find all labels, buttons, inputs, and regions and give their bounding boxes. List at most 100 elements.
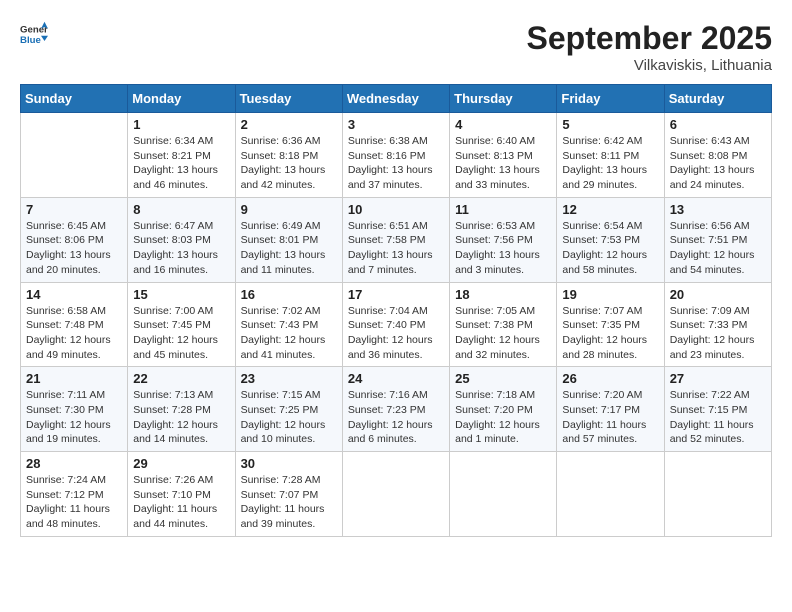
day-of-week-header: Tuesday (235, 85, 342, 113)
day-number: 14 (26, 287, 122, 302)
calendar-cell: 28 Sunrise: 7:24 AM Sunset: 7:12 PM Dayli… (21, 452, 128, 537)
calendar-cell: 5 Sunrise: 6:42 AM Sunset: 8:11 PM Daylig… (557, 113, 664, 198)
calendar-cell: 16 Sunrise: 7:02 AM Sunset: 7:43 PM Dayli… (235, 282, 342, 367)
calendar-cell: 9 Sunrise: 6:49 AM Sunset: 8:01 PM Daylig… (235, 197, 342, 282)
calendar-cell (450, 452, 557, 537)
day-info: Sunrise: 6:49 AM Sunset: 8:01 PM Dayligh… (241, 219, 337, 278)
calendar-cell: 29 Sunrise: 7:26 AM Sunset: 7:10 PM Dayli… (128, 452, 235, 537)
day-info: Sunrise: 7:22 AM Sunset: 7:15 PM Dayligh… (670, 388, 766, 447)
day-info: Sunrise: 6:43 AM Sunset: 8:08 PM Dayligh… (670, 134, 766, 193)
day-info: Sunrise: 6:56 AM Sunset: 7:51 PM Dayligh… (670, 219, 766, 278)
day-number: 22 (133, 371, 229, 386)
day-info: Sunrise: 6:54 AM Sunset: 7:53 PM Dayligh… (562, 219, 658, 278)
day-number: 21 (26, 371, 122, 386)
calendar-week-row: 1Sunrise: 6:34 AM Sunset: 8:21 PM Daylig… (21, 113, 772, 198)
day-number: 12 (562, 202, 658, 217)
day-number: 15 (133, 287, 229, 302)
day-info: Sunrise: 7:05 AM Sunset: 7:38 PM Dayligh… (455, 304, 551, 363)
calendar-week-row: 28 Sunrise: 7:24 AM Sunset: 7:12 PM Dayli… (21, 452, 772, 537)
day-number: 26 (562, 371, 658, 386)
location-title: Vilkaviskis, Lithuania (527, 57, 772, 74)
calendar-cell: 24 Sunrise: 7:16 AM Sunset: 7:23 PM Dayli… (342, 367, 449, 452)
day-number: 16 (241, 287, 337, 302)
day-number: 17 (348, 287, 444, 302)
day-of-week-header: Wednesday (342, 85, 449, 113)
calendar-cell: 26 Sunrise: 7:20 AM Sunset: 7:17 PM Dayli… (557, 367, 664, 452)
day-info: Sunrise: 7:28 AM Sunset: 7:07 PM Dayligh… (241, 473, 337, 532)
calendar-cell: 20Sunrise: 7:09 AM Sunset: 7:33 PM Dayli… (664, 282, 771, 367)
day-number: 24 (348, 371, 444, 386)
calendar-table: SundayMondayTuesdayWednesdayThursdayFrid… (20, 84, 772, 537)
calendar-cell: 13 Sunrise: 6:56 AM Sunset: 7:51 PM Dayli… (664, 197, 771, 282)
day-info: Sunrise: 6:45 AM Sunset: 8:06 PM Dayligh… (26, 219, 122, 278)
day-info: Sunrise: 7:11 AM Sunset: 7:30 PM Dayligh… (26, 388, 122, 447)
day-number: 29 (133, 456, 229, 471)
calendar-cell: 25Sunrise: 7:18 AM Sunset: 7:20 PM Dayli… (450, 367, 557, 452)
day-info: Sunrise: 6:42 AM Sunset: 8:11 PM Dayligh… (562, 134, 658, 193)
day-number: 1 (133, 117, 229, 132)
calendar-cell: 23 Sunrise: 7:15 AM Sunset: 7:25 PM Dayli… (235, 367, 342, 452)
svg-text:Blue: Blue (20, 35, 41, 46)
calendar-week-row: 14 Sunrise: 6:58 AM Sunset: 7:48 PM Dayli… (21, 282, 772, 367)
day-info: Sunrise: 7:24 AM Sunset: 7:12 PM Dayligh… (26, 473, 122, 532)
day-info: Sunrise: 6:58 AM Sunset: 7:48 PM Dayligh… (26, 304, 122, 363)
day-number: 28 (26, 456, 122, 471)
calendar-cell: 15 Sunrise: 7:00 AM Sunset: 7:45 PM Dayli… (128, 282, 235, 367)
calendar-cell: 8Sunrise: 6:47 AM Sunset: 8:03 PM Daylig… (128, 197, 235, 282)
calendar-cell (664, 452, 771, 537)
day-info: Sunrise: 7:02 AM Sunset: 7:43 PM Dayligh… (241, 304, 337, 363)
day-info: Sunrise: 6:36 AM Sunset: 8:18 PM Dayligh… (241, 134, 337, 193)
calendar-cell: 21 Sunrise: 7:11 AM Sunset: 7:30 PM Dayli… (21, 367, 128, 452)
day-info: Sunrise: 7:00 AM Sunset: 7:45 PM Dayligh… (133, 304, 229, 363)
calendar-cell: 2Sunrise: 6:36 AM Sunset: 8:18 PM Daylig… (235, 113, 342, 198)
calendar-cell: 6Sunrise: 6:43 AM Sunset: 8:08 PM Daylig… (664, 113, 771, 198)
day-of-week-header: Sunday (21, 85, 128, 113)
day-number: 4 (455, 117, 551, 132)
day-number: 23 (241, 371, 337, 386)
day-info: Sunrise: 7:16 AM Sunset: 7:23 PM Dayligh… (348, 388, 444, 447)
calendar-cell: 3 Sunrise: 6:38 AM Sunset: 8:16 PM Daylig… (342, 113, 449, 198)
day-number: 18 (455, 287, 551, 302)
calendar-cell: 11 Sunrise: 6:53 AM Sunset: 7:56 PM Dayli… (450, 197, 557, 282)
day-info: Sunrise: 6:40 AM Sunset: 8:13 PM Dayligh… (455, 134, 551, 193)
day-of-week-header: Saturday (664, 85, 771, 113)
day-number: 9 (241, 202, 337, 217)
day-info: Sunrise: 7:15 AM Sunset: 7:25 PM Dayligh… (241, 388, 337, 447)
day-info: Sunrise: 7:09 AM Sunset: 7:33 PM Dayligh… (670, 304, 766, 363)
calendar-week-row: 7Sunrise: 6:45 AM Sunset: 8:06 PM Daylig… (21, 197, 772, 282)
day-number: 19 (562, 287, 658, 302)
calendar-cell: 14 Sunrise: 6:58 AM Sunset: 7:48 PM Dayli… (21, 282, 128, 367)
calendar-cell: 22 Sunrise: 7:13 AM Sunset: 7:28 PM Dayli… (128, 367, 235, 452)
day-of-week-header: Monday (128, 85, 235, 113)
day-info: Sunrise: 6:38 AM Sunset: 8:16 PM Dayligh… (348, 134, 444, 193)
day-number: 27 (670, 371, 766, 386)
day-info: Sunrise: 7:20 AM Sunset: 7:17 PM Dayligh… (562, 388, 658, 447)
calendar-cell: 1Sunrise: 6:34 AM Sunset: 8:21 PM Daylig… (128, 113, 235, 198)
day-number: 3 (348, 117, 444, 132)
title-block: September 2025 Vilkaviskis, Lithuania (527, 20, 772, 74)
day-number: 30 (241, 456, 337, 471)
day-number: 5 (562, 117, 658, 132)
day-info: Sunrise: 6:53 AM Sunset: 7:56 PM Dayligh… (455, 219, 551, 278)
logo: General Blue (20, 20, 48, 48)
day-info: Sunrise: 7:07 AM Sunset: 7:35 PM Dayligh… (562, 304, 658, 363)
calendar-cell: 12 Sunrise: 6:54 AM Sunset: 7:53 PM Dayli… (557, 197, 664, 282)
calendar-cell (342, 452, 449, 537)
logo-icon: General Blue (20, 20, 48, 48)
day-info: Sunrise: 7:04 AM Sunset: 7:40 PM Dayligh… (348, 304, 444, 363)
calendar-cell: 27 Sunrise: 7:22 AM Sunset: 7:15 PM Dayli… (664, 367, 771, 452)
month-title: September 2025 (527, 20, 772, 57)
calendar-cell: 19 Sunrise: 7:07 AM Sunset: 7:35 PM Dayli… (557, 282, 664, 367)
calendar-week-row: 21 Sunrise: 7:11 AM Sunset: 7:30 PM Dayli… (21, 367, 772, 452)
day-info: Sunrise: 6:51 AM Sunset: 7:58 PM Dayligh… (348, 219, 444, 278)
day-info: Sunrise: 7:13 AM Sunset: 7:28 PM Dayligh… (133, 388, 229, 447)
calendar-header-row: SundayMondayTuesdayWednesdayThursdayFrid… (21, 85, 772, 113)
day-info: Sunrise: 7:26 AM Sunset: 7:10 PM Dayligh… (133, 473, 229, 532)
day-of-week-header: Friday (557, 85, 664, 113)
day-number: 13 (670, 202, 766, 217)
day-number: 10 (348, 202, 444, 217)
page-header: General Blue September 2025 Vilkaviskis,… (20, 20, 772, 74)
calendar-cell (21, 113, 128, 198)
day-number: 11 (455, 202, 551, 217)
day-number: 8 (133, 202, 229, 217)
